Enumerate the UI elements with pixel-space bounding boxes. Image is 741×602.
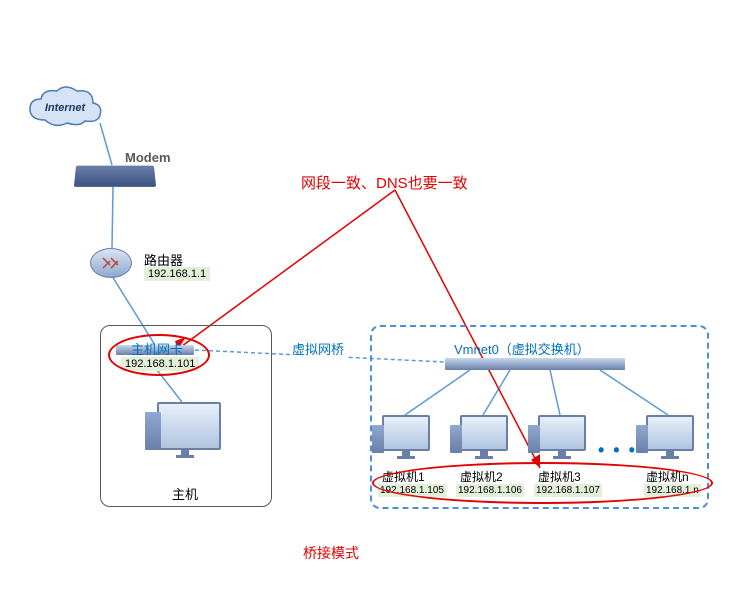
router-ip: 192.168.1.1: [144, 267, 210, 281]
vmnet-switch-icon: [445, 358, 625, 370]
red-circle-host-nic: [108, 334, 210, 376]
router-icon: [90, 248, 132, 278]
internet-cloud-icon: Internet: [25, 85, 105, 130]
diagram-title: 桥接模式: [303, 543, 359, 563]
vm1-icon: [378, 415, 433, 459]
virtual-bridge-label: 虚拟网桥: [290, 339, 346, 358]
vm3-icon: [534, 415, 589, 459]
annotation-text: 网段一致、DNS也要一致: [301, 172, 468, 193]
ellipsis-icon: • • •: [598, 440, 637, 461]
vmnet-label: Vmnet0（虚拟交换机）: [454, 339, 590, 358]
vmn-icon: [642, 415, 697, 459]
modem-label: Modem: [125, 150, 171, 165]
internet-label: Internet: [45, 102, 87, 114]
host-computer-icon: [157, 402, 212, 458]
red-circle-vms: [372, 462, 713, 504]
host-label: 主机: [172, 484, 198, 503]
modem-icon: [74, 166, 156, 187]
vm2-icon: [456, 415, 511, 459]
